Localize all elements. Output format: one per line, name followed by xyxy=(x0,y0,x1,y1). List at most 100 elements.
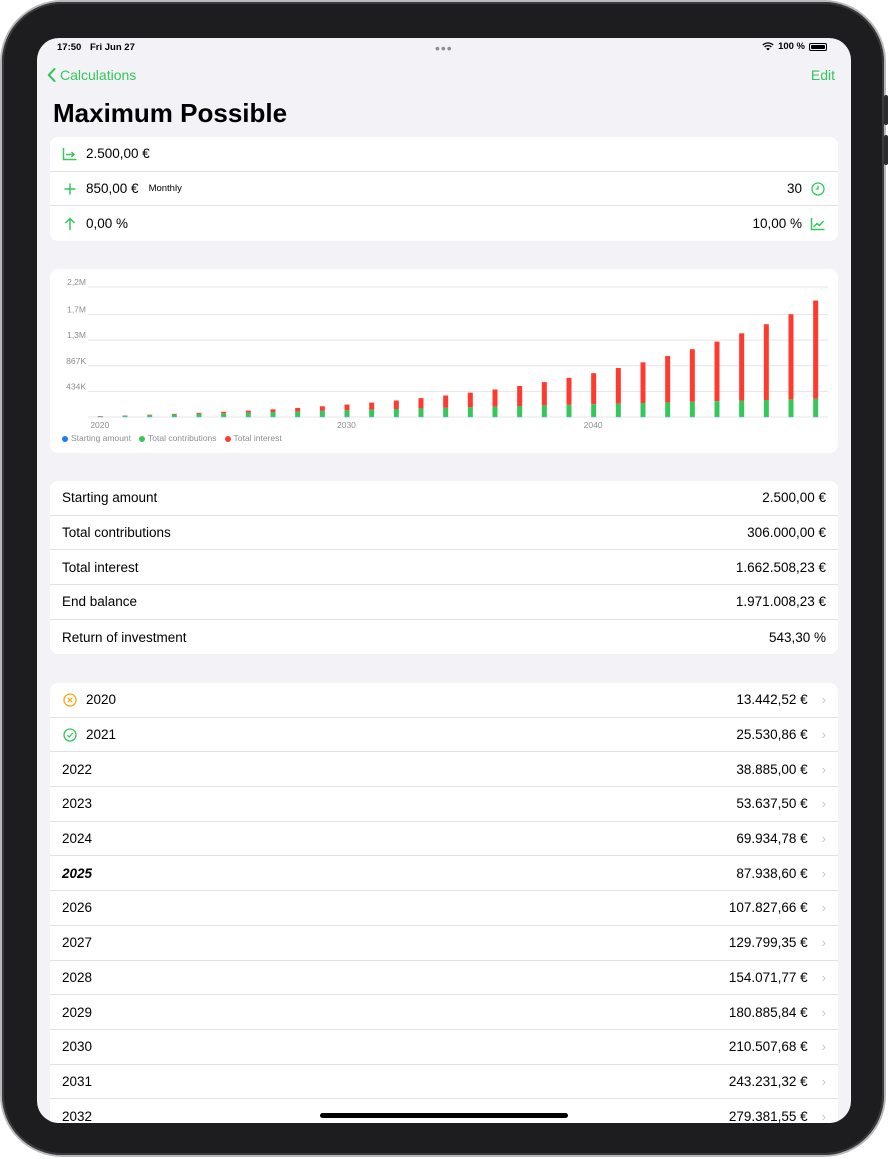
bar-total-interest xyxy=(418,398,424,409)
bar-total-interest xyxy=(443,395,449,408)
chevron-right-icon: › xyxy=(821,1004,826,1020)
bar-total-interest xyxy=(517,385,523,407)
legend-total-interest: Total interest xyxy=(233,433,282,443)
contribution-frequency: Monthly xyxy=(148,183,182,195)
back-button[interactable]: Calculations xyxy=(47,67,136,83)
bar-total-contributions xyxy=(517,406,523,417)
bar-total-interest xyxy=(689,349,695,402)
year-label: 2030 xyxy=(62,1039,93,1055)
bar-total-contributions xyxy=(615,403,621,417)
battery-percent: 100 % xyxy=(778,41,805,52)
growth-chart-icon xyxy=(810,216,826,232)
year-value: 180.885,84 € xyxy=(728,1004,808,1020)
year-row[interactable]: 2024 69.934,78 € › xyxy=(50,822,838,857)
home-indicator[interactable] xyxy=(320,1113,568,1118)
bar-total-interest xyxy=(615,368,621,404)
bar-total-contributions xyxy=(689,401,695,417)
year-row[interactable]: 2027 129.799,35 € › xyxy=(50,926,838,961)
summary-row: Starting amount 2.500,00 € xyxy=(50,481,838,516)
y-tick-label: 1,3M xyxy=(67,330,86,340)
chevron-right-icon: › xyxy=(821,935,826,951)
year-row[interactable]: 2028 154.071,77 € › xyxy=(50,961,838,996)
starting-amount-row[interactable]: 2.500,00 € xyxy=(50,137,838,172)
page-title: Maximum Possible xyxy=(53,98,288,128)
contribution-row[interactable]: 850,00 € Monthly 30 xyxy=(50,172,838,207)
year-value: 154.071,77 € xyxy=(728,969,808,985)
bar-total-interest xyxy=(665,356,671,403)
year-row[interactable]: 2029 180.885,84 € › xyxy=(50,995,838,1030)
interest-rate-value: 10,00 % xyxy=(752,216,802,232)
bar-total-contributions xyxy=(171,414,177,417)
year-value: 53.637,50 € xyxy=(736,796,808,812)
summary-label: Total contributions xyxy=(62,525,171,541)
summary-label: End balance xyxy=(62,594,138,610)
legend-item: Total interest xyxy=(224,433,282,443)
bar-total-interest xyxy=(714,341,720,402)
bar-total-contributions xyxy=(467,407,473,417)
year-label: 2031 xyxy=(62,1073,93,1089)
summary-card: Starting amount 2.500,00 € Total contribut… xyxy=(50,481,838,655)
year-row[interactable]: 2025 87.938,60 € › xyxy=(50,856,838,892)
chart-card: 434K 867K 1,3M 1,7M 2,2M 2020 2030 2040 Startin… xyxy=(50,269,838,453)
year-value: 69.934,78 € xyxy=(736,831,808,847)
chevron-right-icon: › xyxy=(821,1039,826,1055)
status-bar: 17:50 Fri Jun 27 ••• 100 % xyxy=(37,38,851,60)
bar-total-interest xyxy=(541,382,547,406)
chevron-right-icon: › xyxy=(821,1073,826,1089)
bar-total-interest xyxy=(566,377,572,405)
rates-row[interactable]: 0,00 % 10,00 % xyxy=(50,206,838,241)
year-row[interactable]: 2030 210.507,68 € › xyxy=(50,1030,838,1065)
year-value: 210.507,68 € xyxy=(728,1039,808,1055)
year-row[interactable]: 2031 243.231,32 € › xyxy=(50,1065,838,1100)
chart-legend: Starting amount Total contributions Tota… xyxy=(62,433,282,443)
bar-total-contributions xyxy=(566,404,572,417)
summary-value: 306.000,00 € xyxy=(747,525,826,541)
bar-total-contributions xyxy=(714,401,720,417)
chevron-right-icon: › xyxy=(821,692,826,708)
edit-button[interactable]: Edit xyxy=(811,67,835,83)
year-label: 2020 xyxy=(86,692,117,708)
bar-total-interest xyxy=(813,300,819,399)
year-row[interactable]: 2032 279.381,55 € › xyxy=(50,1099,838,1123)
year-row[interactable]: 2023 53.637,50 € › xyxy=(50,787,838,822)
bar-total-contributions xyxy=(763,399,769,417)
legend-total-contributions: Total contributions xyxy=(148,433,217,443)
bar-total-interest xyxy=(171,413,177,415)
year-label: 2022 xyxy=(62,761,93,777)
bar-total-interest xyxy=(739,333,745,401)
year-label: 2026 xyxy=(62,900,93,916)
year-label: 2021 xyxy=(86,727,117,743)
bar-total-interest xyxy=(295,407,301,412)
year-value: 279.381,55 € xyxy=(728,1109,808,1123)
bar-total-interest xyxy=(788,314,794,400)
cancelled-circle-icon xyxy=(62,692,78,708)
year-label: 2028 xyxy=(62,969,93,985)
year-row[interactable]: 2020 13.442,52 € › xyxy=(50,683,838,718)
year-row[interactable]: 2021 25.530,86 € › xyxy=(50,718,838,753)
chevron-right-icon: › xyxy=(821,831,826,847)
year-row[interactable]: 2026 107.827,66 € › xyxy=(50,891,838,926)
bar-total-contributions xyxy=(319,410,325,417)
summary-value: 543,30 % xyxy=(768,629,826,645)
bar-total-contributions xyxy=(492,406,498,417)
volume-button xyxy=(884,135,888,165)
inputs-card: 2.500,00 € 850,00 € Monthly 30 0,00 % 10… xyxy=(50,137,838,242)
year-row[interactable]: 2022 38.885,00 € › xyxy=(50,752,838,788)
multitasking-dots-icon[interactable]: ••• xyxy=(435,40,453,56)
battery-icon xyxy=(809,42,827,51)
chevron-left-icon xyxy=(47,68,56,82)
year-value: 13.442,52 € xyxy=(736,692,808,708)
starting-amount-icon xyxy=(62,146,78,162)
contribution-increase-value: 0,00 % xyxy=(86,216,129,232)
bar-total-contributions xyxy=(344,410,350,417)
bar-total-interest xyxy=(393,400,399,410)
year-label: 2023 xyxy=(62,796,93,812)
bar-total-contributions xyxy=(295,411,301,417)
bar-total-contributions xyxy=(443,407,449,417)
year-label: 2027 xyxy=(62,935,93,951)
year-value: 38.885,00 € xyxy=(736,761,808,777)
summary-row: End balance 1.971.008,23 € xyxy=(50,585,838,620)
summary-label: Return of investment xyxy=(62,629,187,645)
y-tick-label: 867K xyxy=(66,356,86,366)
bar-total-interest xyxy=(763,324,769,400)
